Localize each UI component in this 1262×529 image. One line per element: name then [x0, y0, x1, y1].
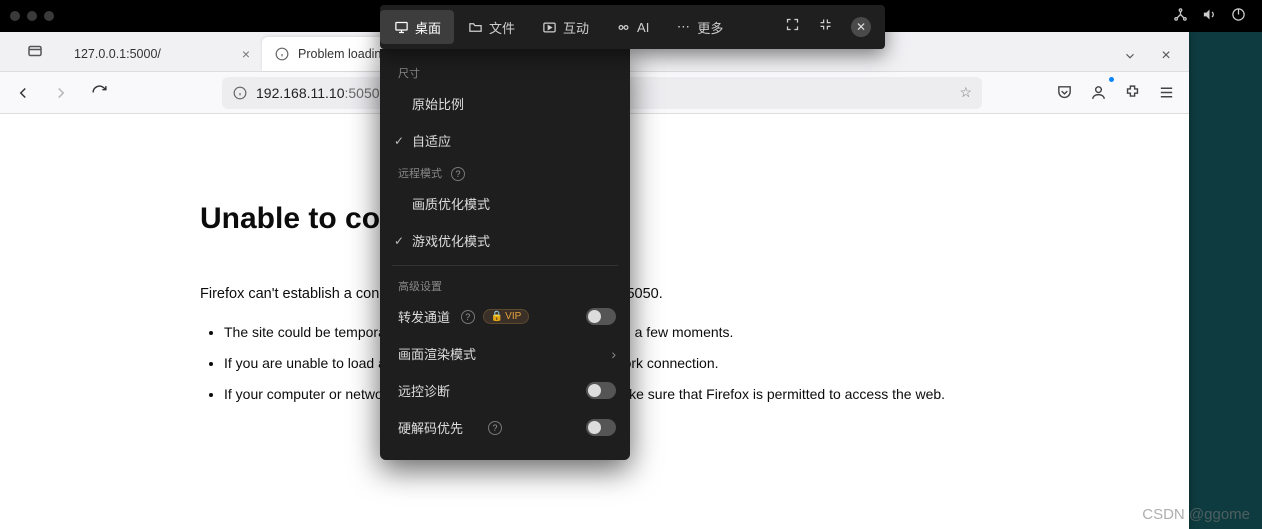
row-label: 转发通道 [398, 307, 455, 326]
section-remote-label: 远程模式 ? [380, 159, 630, 185]
account-icon[interactable] [1083, 78, 1113, 108]
more-icon: ⋯ [675, 19, 691, 35]
row-label: 画面渲染模式 [398, 344, 505, 363]
network-icon[interactable] [1173, 7, 1188, 25]
toolbar-label: 互动 [563, 18, 589, 37]
page-subtitle: Firefox can't establish a connection to … [200, 286, 1189, 302]
size-adaptive-item[interactable]: 自适应 [380, 122, 630, 159]
folder-icon [467, 19, 483, 35]
remote-diag-row[interactable]: 远控诊断 [380, 372, 630, 409]
fullscreen-icon[interactable] [785, 17, 800, 37]
bookmark-star-icon[interactable]: ☆ [959, 84, 972, 101]
hw-decode-row[interactable]: 硬解码优先 ? [380, 409, 630, 446]
info-icon [274, 46, 290, 62]
close-session-icon[interactable]: ✕ [851, 17, 871, 37]
power-icon[interactable] [1231, 7, 1246, 25]
help-icon[interactable]: ? [451, 167, 465, 181]
row-label: 硬解码优先 [398, 418, 482, 437]
toolbar-right [1049, 78, 1181, 108]
url-host: 192.168.11.10 [256, 85, 345, 101]
site-info-icon[interactable] [232, 85, 248, 101]
tab-strip-right: × [1115, 41, 1189, 71]
extensions-icon[interactable] [1117, 78, 1147, 108]
traffic-dot [10, 11, 20, 21]
toolbar-more-button[interactable]: ⋯ 更多 [662, 10, 736, 44]
toolbar-ai-button[interactable]: AI [602, 10, 662, 44]
label-text: 远程模式 [398, 168, 442, 180]
minimize-icon[interactable] [818, 17, 833, 37]
toolbar-file-button[interactable]: 文件 [454, 10, 528, 44]
toolbar-label: 文件 [489, 18, 515, 37]
game-mode-item[interactable]: 游戏优化模式 [380, 222, 630, 259]
item-label: 画质优化模式 [412, 194, 490, 213]
diag-toggle[interactable] [586, 382, 616, 399]
back-button[interactable] [8, 78, 38, 108]
row-label: 远控诊断 [398, 381, 492, 400]
size-original-item[interactable]: 原始比例 [380, 85, 630, 122]
app-menu-icon[interactable] [1151, 78, 1181, 108]
traffic-dot [27, 11, 37, 21]
remote-control-toolbar: 桌面 文件 互动 AI ⋯ 更多 ✕ [380, 5, 885, 49]
help-icon[interactable]: ? [488, 421, 502, 435]
window-traffic-lights [10, 11, 54, 21]
toolbar-right-icons: ✕ [785, 17, 885, 37]
traffic-dot [44, 11, 54, 21]
section-advanced-label: 高级设置 [380, 272, 630, 298]
render-mode-row[interactable]: 画面渲染模式 › [380, 335, 630, 372]
url-port: :5050 [345, 85, 380, 101]
pocket-icon[interactable] [1049, 78, 1079, 108]
toolbar-interact-button[interactable]: 互动 [528, 10, 602, 44]
desktop-icon [393, 19, 409, 35]
ai-icon [615, 19, 631, 35]
help-icon[interactable]: ? [461, 310, 475, 324]
vip-text: VIP [505, 311, 521, 322]
tab-title: 127.0.0.1:5000/ [74, 47, 161, 61]
tab-1[interactable]: 127.0.0.1:5000/ × [62, 37, 262, 71]
close-icon[interactable]: × [242, 46, 250, 62]
window-close-icon[interactable]: × [1151, 41, 1181, 71]
section-size-label: 尺寸 [380, 59, 630, 85]
forward-button[interactable] [46, 78, 76, 108]
toolbar-desktop-button[interactable]: 桌面 [380, 10, 454, 44]
hwdec-toggle[interactable] [586, 419, 616, 436]
item-label: 原始比例 [412, 94, 464, 113]
forward-toggle[interactable] [586, 308, 616, 325]
chevron-right-icon: › [611, 346, 616, 362]
os-tray [1173, 7, 1246, 25]
toolbar-label: 更多 [697, 18, 723, 37]
item-label: 游戏优化模式 [412, 231, 490, 250]
toolbar-label: AI [637, 20, 649, 35]
toolbar-label: 桌面 [415, 18, 441, 37]
settings-panel: 尺寸 原始比例 自适应 远程模式 ? 画质优化模式 游戏优化模式 高级设置 转发… [380, 49, 630, 460]
watermark: CSDN @ggome [1142, 506, 1250, 523]
reload-button[interactable] [84, 78, 114, 108]
page-title: Unable to connect [200, 202, 1189, 236]
vip-badge: 🔒VIP [483, 309, 530, 324]
item-label: 自适应 [412, 131, 451, 150]
play-icon [541, 19, 557, 35]
recent-window-icon[interactable] [8, 31, 62, 71]
tabs-dropdown-icon[interactable] [1115, 41, 1145, 71]
quality-mode-item[interactable]: 画质优化模式 [380, 185, 630, 222]
panel-divider [392, 265, 618, 266]
forward-channel-row[interactable]: 转发通道 ? 🔒VIP [380, 298, 630, 335]
volume-icon[interactable] [1202, 7, 1217, 25]
